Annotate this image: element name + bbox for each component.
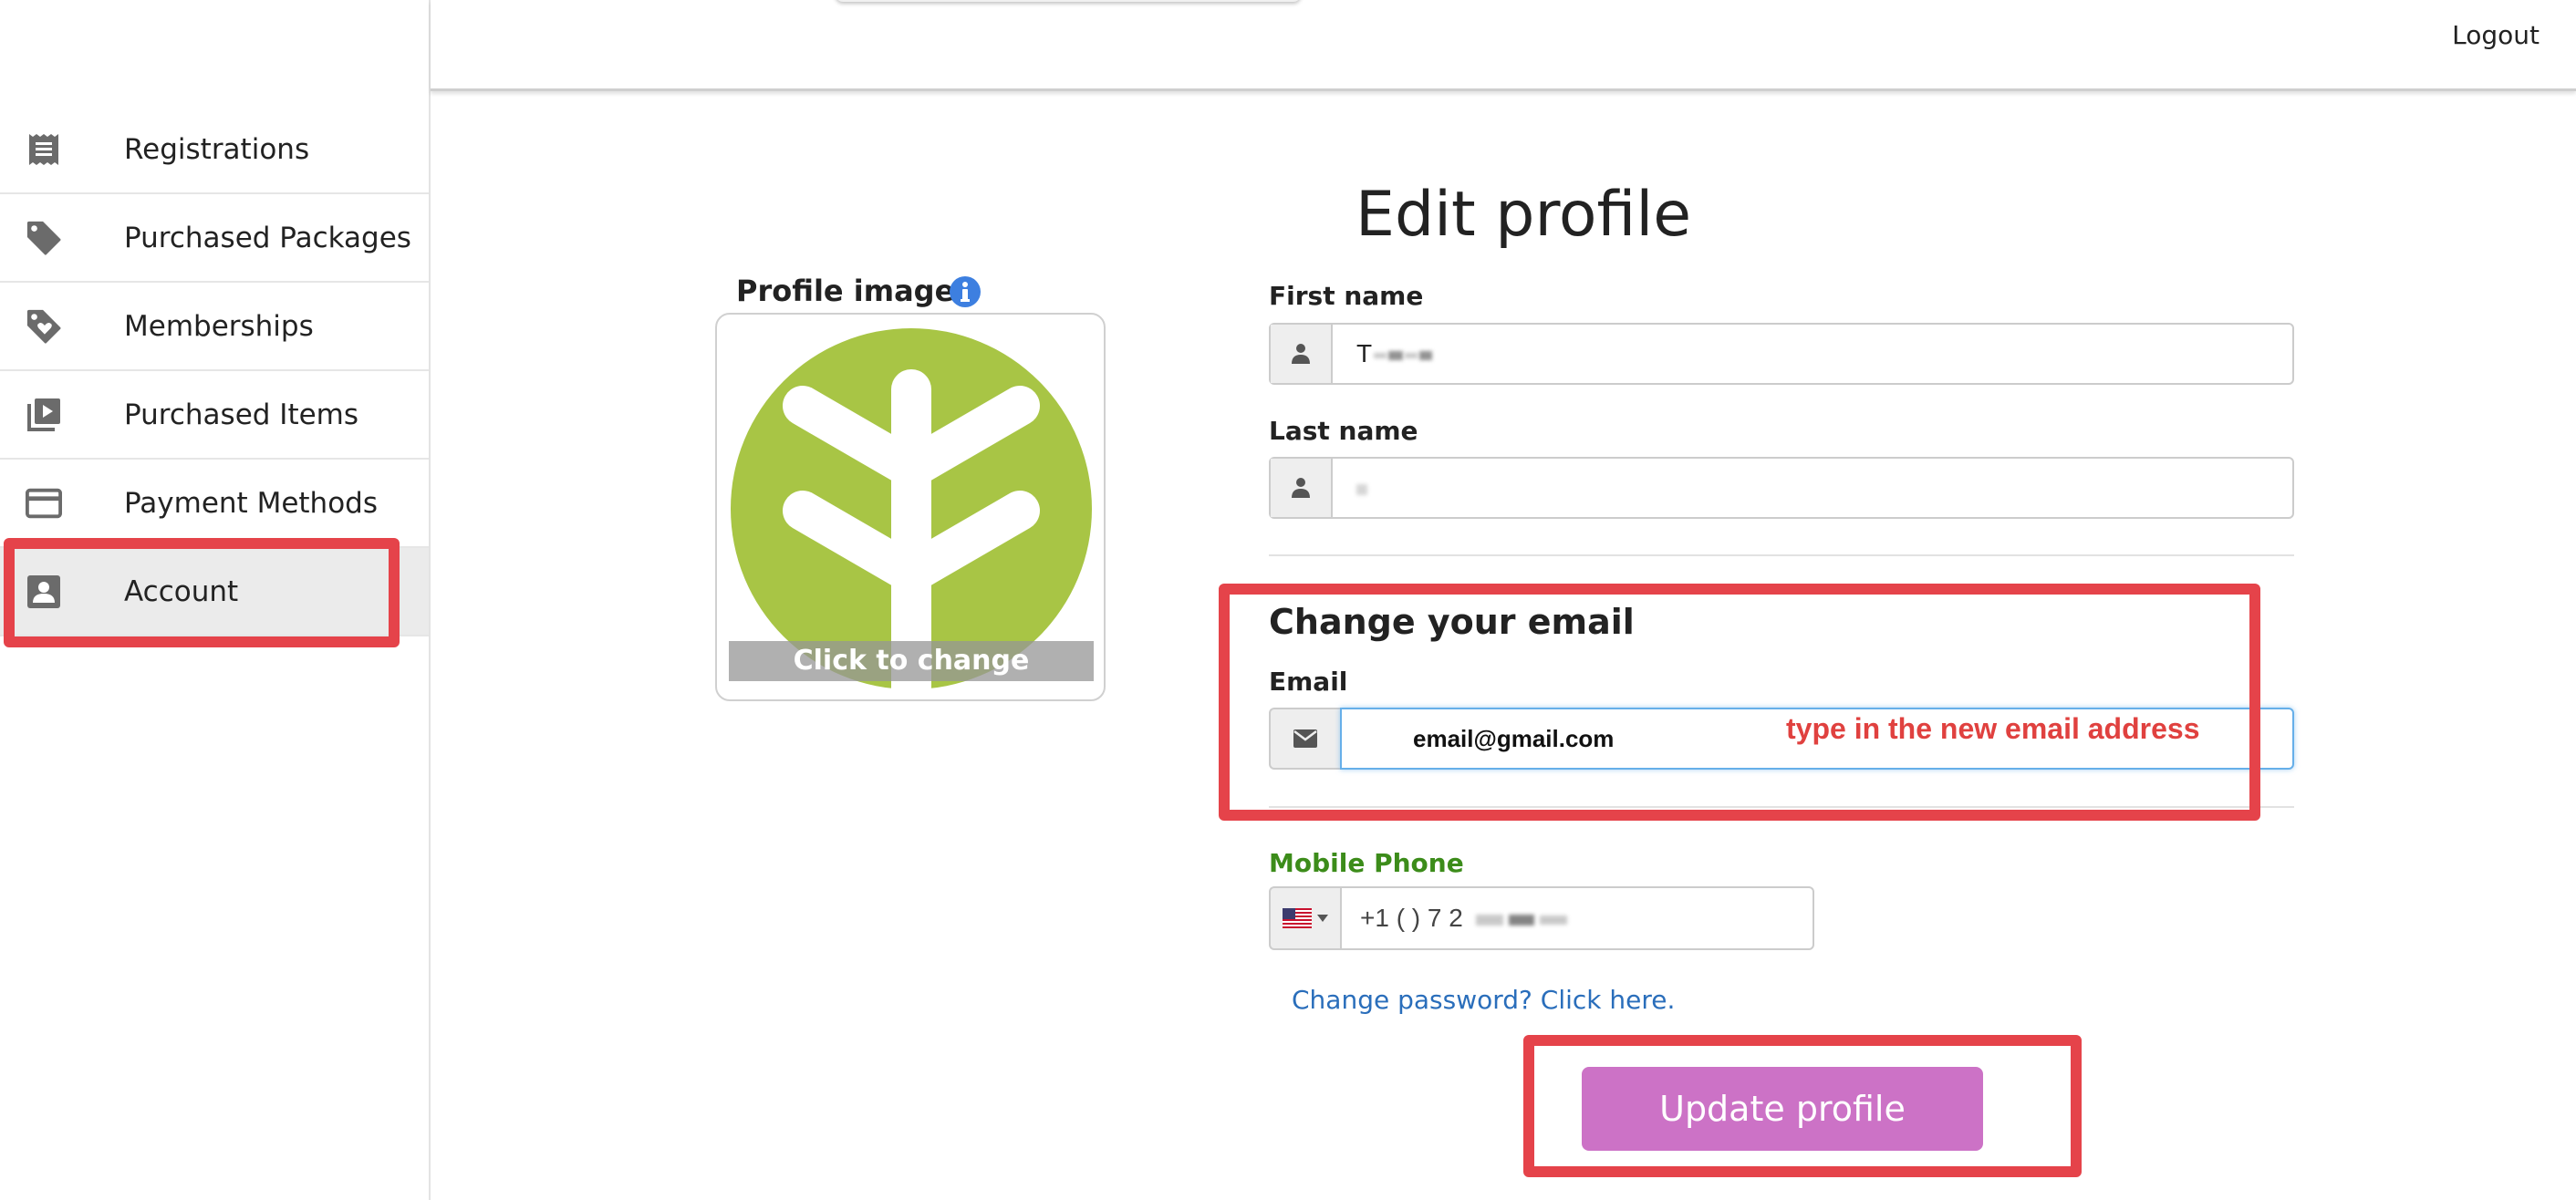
change-password-link[interactable]: Change password? Click here. [1292,985,1675,1015]
avatar [731,328,1092,690]
redacted-blur [1539,915,1567,925]
mobile-phone-group: +1 ( ) 7 2 [1269,886,1814,950]
profile-image-picker[interactable]: Click to change [715,313,1106,701]
top-bar: Logout [431,0,2576,91]
last-name-label: Last name [1269,416,1418,446]
redacted-blur [1508,914,1534,926]
first-name-field[interactable]: T [1333,325,2292,383]
first-name-group: T [1269,323,2294,385]
sidebar-item-label: Purchased Packages [124,221,411,254]
first-name-value: T [1356,339,1373,367]
sidebar-item-label: Registrations [124,132,310,166]
sidebar-item-purchased-items[interactable]: Purchased Items [0,371,429,460]
redacted-blur [1475,914,1503,926]
page-title: Edit profile [1356,179,1692,251]
sidebar-item-purchased-packages[interactable]: Purchased Packages [0,194,429,283]
sidebar-item-label: Purchased Items [124,398,359,431]
profile-image-label: Profile image [736,274,955,308]
caret-down-icon [1317,915,1328,922]
receipt-icon [26,131,62,168]
tag-icon [26,220,62,256]
envelope-icon [1269,708,1340,770]
us-flag-icon [1283,908,1312,928]
info-icon[interactable] [949,275,982,308]
account-box-icon [26,574,62,610]
mobile-phone-label: Mobile Phone [1269,848,1464,878]
last-name-field[interactable] [1333,459,2292,517]
sidebar-item-label: Memberships [124,309,314,343]
user-icon [1271,459,1333,517]
divider [1269,554,2294,556]
credit-card-icon [26,485,62,522]
sidebar-item-account[interactable]: Account [0,548,429,636]
divider [1269,806,2294,808]
sidebar-item-registrations[interactable]: Registrations [0,106,429,194]
redacted-blur [1405,352,1418,358]
redacted-blur [1388,350,1404,360]
tag-heart-icon [26,308,62,345]
annotation-text: type in the new email address [1786,712,2200,745]
redacted-blur [1419,350,1433,360]
click-to-change-overlay: Click to change [729,641,1094,681]
sidebar-item-label: Payment Methods [124,486,378,520]
redacted-blur [1356,483,1367,495]
sidebar-item-label: Account [124,574,239,608]
first-name-label: First name [1269,281,1424,311]
mobile-phone-value: +1 ( ) 7 2 [1360,904,1463,932]
last-name-group [1269,457,2294,519]
update-profile-button[interactable]: Update profile [1582,1067,1983,1151]
sidebar: Registrations Purchased Packages Members… [0,0,431,1200]
logout-link[interactable]: Logout [2452,20,2540,50]
redacted-blur [1374,352,1387,358]
video-library-icon [26,397,62,433]
change-email-title: Change your email [1269,602,1635,642]
mobile-phone-field[interactable]: +1 ( ) 7 2 [1340,886,1814,950]
sidebar-item-memberships[interactable]: Memberships [0,283,429,371]
top-tab-handle [836,0,1301,2]
email-label: Email [1269,667,1348,697]
user-icon [1271,325,1333,383]
sidebar-item-payment-methods[interactable]: Payment Methods [0,460,429,548]
country-selector[interactable] [1269,886,1340,950]
